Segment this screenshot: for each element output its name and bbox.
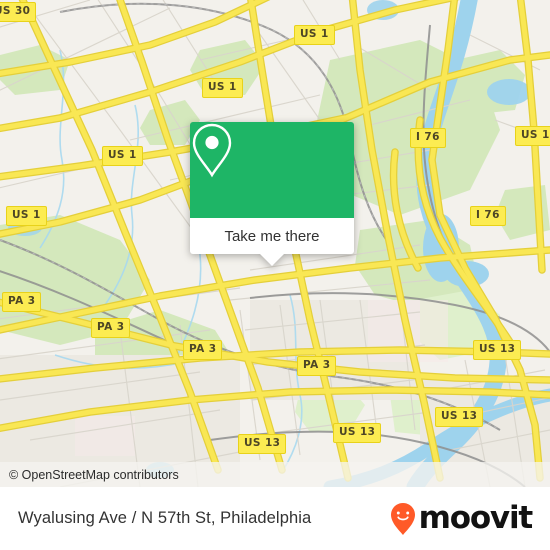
map-canvas[interactable]: US 30 US 1 US 1 US 1 US 1 I 76 US 1 I 76 PA 3 PA … [0,0,550,487]
road-shield: PA 3 [183,340,223,360]
take-me-there-button[interactable]: Take me there [190,218,354,266]
take-me-there-popup[interactable]: Take me there [190,122,354,266]
attribution-text: © OpenStreetMap contributors [9,467,179,482]
take-me-there-label: Take me there [224,227,320,245]
road-shield: US 1 [202,78,243,98]
road-shield: US 13 [473,340,522,360]
moovit-map-screenshot: US 30 US 1 US 1 US 1 US 1 I 76 US 1 I 76 PA 3 PA … [0,0,550,550]
road-shield: US 13 [333,423,382,443]
map-attribution[interactable]: © OpenStreetMap contributors [0,462,550,487]
road-shield: PA 3 [91,318,131,338]
road-shield: US 1 [294,25,335,45]
road-shield: US 1 [515,126,550,146]
road-shield: US 30 [0,2,37,22]
moovit-pin-icon [390,502,415,535]
road-shield: PA 3 [297,356,337,376]
moovit-logo[interactable]: moovit [390,500,534,536]
map-pin-icon [192,123,232,178]
road-shield: I 76 [470,206,506,226]
popup-icon-area [190,122,354,218]
footer-bar: Wyalusing Ave / N 57th St, Philadelphia … [0,487,550,550]
road-shield: US 13 [435,407,484,427]
road-shield: PA 3 [2,292,42,312]
road-shield: US 1 [102,146,143,166]
moovit-wordmark: moovit [418,500,534,536]
location-title: Wyalusing Ave / N 57th St, Philadelphia [18,509,312,527]
popup-tail [260,254,284,266]
road-shield: US 13 [238,434,287,454]
road-shield: I 76 [410,128,446,148]
road-shield: US 1 [6,206,47,226]
